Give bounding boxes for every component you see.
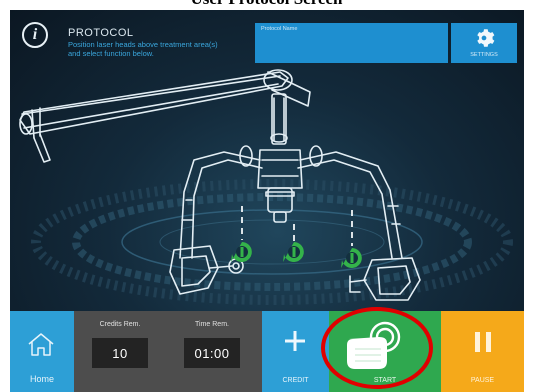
- settings-label: SETTINGS: [470, 52, 498, 58]
- pause-icon: [475, 332, 491, 352]
- bottom-control-bar: Home Credits Rem. 10 Time Rem. 01:00 CRE…: [10, 311, 524, 392]
- credits-remaining-value: 10: [92, 338, 148, 368]
- info-icon: i: [32, 26, 38, 43]
- laser-marker-icon: [283, 242, 304, 262]
- time-remaining-value: 01:00: [184, 338, 240, 368]
- credit-label: CREDIT: [282, 377, 309, 384]
- home-label: Home: [29, 374, 54, 384]
- info-button[interactable]: i: [22, 22, 48, 48]
- credit-button[interactable]: CREDIT: [262, 311, 329, 392]
- start-label: START: [373, 377, 397, 384]
- pause-label: PAUSE: [470, 377, 495, 384]
- instructions-text: Position laser heads above treatment are…: [68, 40, 218, 58]
- protocol-name-label: Protocol Name: [261, 26, 298, 32]
- time-remaining-label: Time Rem.: [195, 321, 229, 328]
- home-button[interactable]: Home: [10, 311, 74, 392]
- gear-icon: [477, 29, 495, 47]
- screen-caption: User Protocol Screen: [0, 0, 533, 10]
- home-icon: [28, 333, 54, 356]
- protocol-screen: i PROTOCOL Position laser heads above tr…: [10, 10, 524, 392]
- counters-panel: Credits Rem. 10 Time Rem. 01:00: [74, 311, 262, 392]
- plus-icon: [285, 331, 305, 351]
- touch-hand-icon: [347, 321, 401, 369]
- credits-remaining-label: Credits Rem.: [99, 321, 141, 328]
- laser-marker-icon: [341, 248, 362, 268]
- page-title: PROTOCOL: [68, 27, 134, 39]
- caption-text: User Protocol Screen: [0, 0, 533, 9]
- start-button[interactable]: START: [329, 311, 441, 392]
- treatment-area-rings: [31, 179, 513, 305]
- settings-button[interactable]: SETTINGS: [451, 23, 517, 63]
- laser-beams: [241, 206, 353, 246]
- pause-button[interactable]: PAUSE: [441, 311, 524, 392]
